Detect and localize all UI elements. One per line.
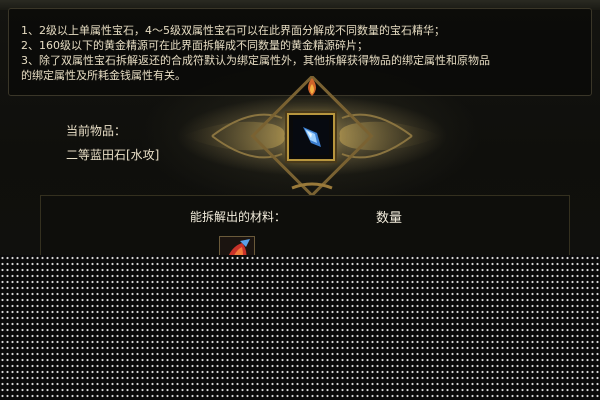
materials-box — [40, 195, 570, 255]
materials-header: 能拆解出的材料： — [190, 210, 287, 224]
current-item-label: 当前物品： — [66, 124, 127, 138]
quantity-header: 数量 — [376, 211, 403, 226]
instruction-line-2: 2、160级以下的黄金精源可在此界面拆解成不同数量的黄金精源碎片； — [21, 39, 368, 52]
material-item-slot[interactable] — [219, 236, 255, 255]
current-item-slot[interactable] — [287, 113, 335, 161]
red-essence-icon — [220, 237, 254, 255]
decompose-panel: 1、2级以上单属性宝石，4～5级双属性宝石可以在此界面分解成不同数量的宝石精华；… — [0, 0, 600, 255]
instruction-line-3: 3、除了双属性宝石拆解返还的合成符默认为绑定属性外，其他拆解获得物品的绑定属性和… — [21, 54, 490, 67]
overlay-dot-pattern — [0, 255, 600, 400]
instruction-line-1: 1、2级以上单属性宝石，4～5级双属性宝石可以在此界面分解成不同数量的宝石精华； — [21, 24, 445, 37]
current-item-name: 二等蓝田石[水攻] — [66, 148, 160, 162]
blue-gem-icon — [293, 119, 329, 155]
